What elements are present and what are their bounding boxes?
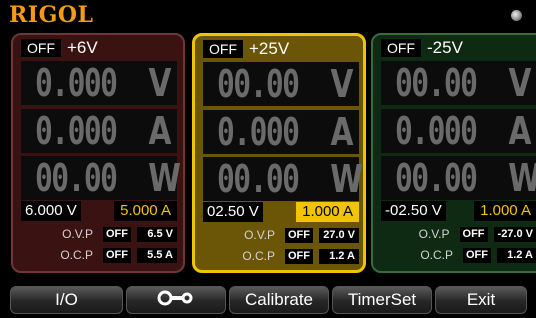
ovp-value[interactable]: 6.5 V (137, 226, 177, 242)
channel-panel-2[interactable]: OFF +25V 00.00 V 0.000 A 00.00 W 02.50 V… (192, 33, 366, 273)
channel-name: -25V (427, 38, 463, 57)
setpoint-row: 02.50 V 1.000 A (203, 202, 359, 222)
io-button[interactable]: I/O (10, 286, 123, 314)
power-unit: W (330, 157, 364, 201)
channel-header: OFF -25V (381, 38, 463, 58)
ovp-label: O.V.P (62, 227, 93, 241)
voltage-unit: V (148, 61, 171, 105)
current-value: 0.000 (217, 110, 300, 154)
ovp-state[interactable]: OFF (103, 226, 131, 242)
voltage-value: 0.000 (35, 61, 118, 105)
ocp-row: O.C.P OFF 5.5 A (21, 246, 177, 264)
set-voltage[interactable]: -02.50 V (381, 201, 446, 221)
exit-button[interactable]: Exit (435, 286, 527, 314)
current-value: 0.000 (395, 109, 478, 153)
calibrate-button[interactable]: Calibrate (229, 286, 329, 314)
current-readout: 0.000 A (203, 110, 359, 154)
rigol-logo: RIGOL (9, 2, 94, 28)
voltage-readout: 0.000 V (21, 61, 177, 105)
power-value: 00.00 (35, 156, 118, 200)
voltage-unit: V (330, 62, 353, 106)
ovp-row: O.V.P OFF 6.5 V (21, 225, 177, 243)
current-unit: A (148, 109, 171, 153)
set-current[interactable]: 1.000 A (474, 201, 536, 221)
power-value: 00.00 (217, 157, 300, 201)
ovp-label: O.V.P (418, 227, 450, 241)
current-unit: A (330, 110, 353, 154)
channel-panel-3[interactable]: OFF -25V 00.00 V 0.000 A 00.00 W -02.50 … (371, 33, 536, 273)
voltage-readout: 00.00 V (381, 61, 536, 105)
ocp-label: O.C.P (242, 249, 275, 263)
ocp-state[interactable]: OFF (463, 247, 491, 263)
key-icon (156, 290, 196, 311)
ovp-row: O.V.P OFF -27.0 V (381, 225, 536, 243)
ovp-value[interactable]: 27.0 V (319, 227, 359, 243)
current-readout: 0.000 A (381, 109, 536, 153)
power-readout: 00.00 W (381, 156, 536, 200)
voltage-value: 00.00 (217, 62, 300, 106)
set-current[interactable]: 1.000 A (296, 202, 359, 222)
channel-name: +6V (67, 38, 98, 57)
channel-header: OFF +6V (21, 38, 98, 58)
ocp-state[interactable]: OFF (103, 247, 131, 263)
current-readout: 0.000 A (21, 109, 177, 153)
ovp-value[interactable]: -27.0 V (493, 226, 536, 242)
ocp-row: O.C.P OFF 1.2 A (203, 247, 359, 265)
softkey-bar: I/O Calibrate TimerSet Exit (0, 282, 536, 318)
power-unit: W (509, 156, 536, 200)
voltage-readout: 00.00 V (203, 62, 359, 106)
setpoint-row: -02.50 V 1.000 A (381, 201, 536, 221)
ovp-state[interactable]: OFF (459, 226, 488, 242)
set-voltage[interactable]: 6.000 V (21, 201, 81, 221)
key-button[interactable] (126, 286, 226, 314)
channel-header: OFF +25V (203, 39, 289, 59)
channel-panel-1[interactable]: OFF +6V 0.000 V 0.000 A 00.00 W 6.000 V … (11, 33, 185, 273)
ocp-label: O.C.P (60, 248, 93, 262)
output-state-badge: OFF (381, 39, 421, 57)
power-supply-screen: RIGOL OFF +6V 0.000 V 0.000 A 00.00 W 6.… (0, 0, 536, 318)
timerset-button[interactable]: TimerSet (332, 286, 432, 314)
output-state-badge: OFF (203, 40, 243, 58)
voltage-value: 00.00 (395, 61, 478, 105)
ovp-label: O.V.P (244, 228, 275, 242)
ocp-row: O.C.P OFF 1.2 A (381, 246, 536, 264)
power-unit: W (148, 156, 182, 200)
setpoint-row: 6.000 V 5.000 A (21, 201, 177, 221)
ovp-row: O.V.P OFF 27.0 V (203, 226, 359, 244)
channel-name: +25V (249, 39, 290, 58)
power-value: 00.00 (395, 156, 478, 200)
current-unit: A (508, 109, 531, 153)
top-bar: RIGOL (0, 0, 536, 30)
set-voltage[interactable]: 02.50 V (203, 202, 263, 222)
ocp-value[interactable]: 1.2 A (497, 247, 536, 263)
ocp-state[interactable]: OFF (285, 248, 313, 264)
power-readout: 00.00 W (203, 157, 363, 201)
voltage-unit: V (508, 61, 531, 105)
ocp-label: O.C.P (420, 248, 453, 262)
ovp-state[interactable]: OFF (285, 227, 313, 243)
ocp-value[interactable]: 5.5 A (137, 247, 177, 263)
power-readout: 00.00 W (21, 156, 181, 200)
output-state-badge: OFF (21, 39, 61, 57)
status-indicator-icon (511, 10, 522, 21)
current-value: 0.000 (35, 109, 118, 153)
set-current[interactable]: 5.000 A (114, 201, 177, 221)
ocp-value[interactable]: 1.2 A (319, 248, 359, 264)
